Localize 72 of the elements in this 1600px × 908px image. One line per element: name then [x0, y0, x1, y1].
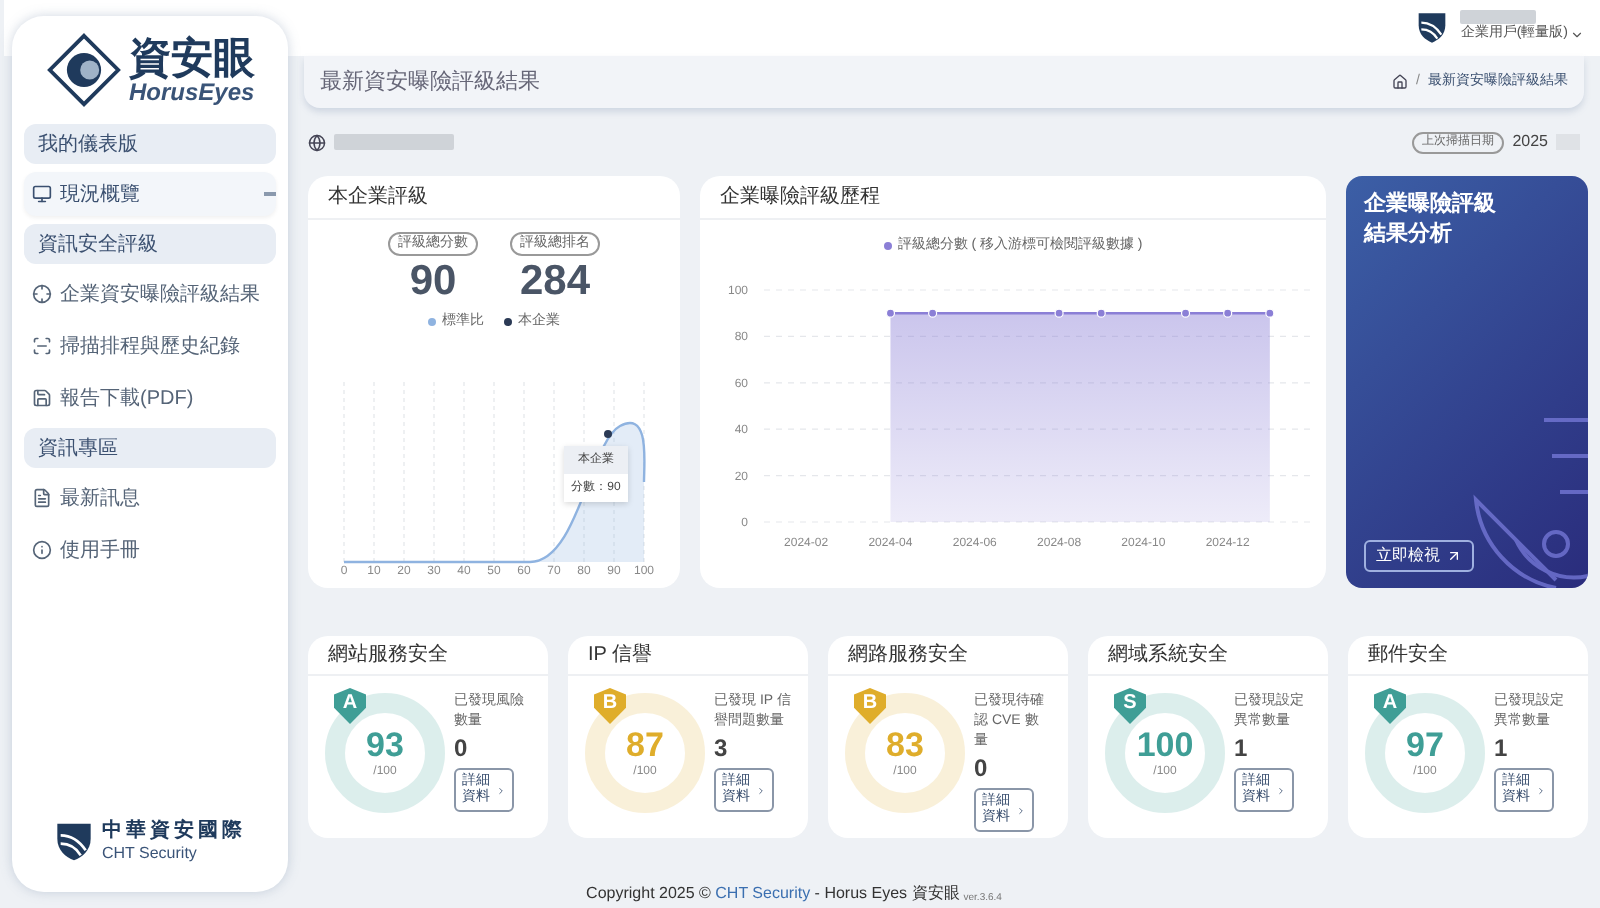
score-value: 100 [1136, 727, 1194, 763]
data-point [928, 307, 938, 317]
score-value: 93 [366, 727, 404, 763]
caret-icon [1016, 805, 1026, 815]
monitor-icon [32, 184, 52, 204]
grade-badge: B [854, 688, 886, 724]
card-title: 企業曝險評級歷程 [720, 183, 880, 212]
score-value: 97 [1406, 727, 1444, 763]
caret-icon [1276, 785, 1286, 795]
company-name: 中華資安國際 [102, 819, 246, 844]
info-icon [32, 540, 52, 560]
caret-icon [1536, 785, 1546, 795]
card-title: 網站服務安全 [328, 641, 448, 670]
menu-item[interactable]: 現況概覽 [24, 172, 276, 216]
copyright-text: Copyright 2025 © CHT Security - Horus Eyes 資安眼 [586, 882, 960, 906]
caret-icon [756, 785, 766, 795]
data-point [1223, 307, 1233, 317]
menu-item[interactable]: 最新訊息 [24, 476, 276, 520]
issue-count: 1 [1494, 732, 1508, 764]
stat-value: 90 [409, 256, 457, 308]
redacted-domain [334, 134, 454, 150]
data-point [885, 307, 896, 317]
eye-logo-icon [45, 32, 121, 108]
grade-badge: A [334, 688, 366, 724]
issue-count: 3 [714, 732, 728, 764]
card-title: IP 信譽 [588, 641, 653, 670]
issue-count: 0 [454, 732, 468, 764]
menu-item[interactable]: 報告下載(PDF) [24, 376, 276, 420]
grade-badge: S [1114, 688, 1146, 724]
grade-badge: B [594, 688, 626, 724]
menu-item[interactable]: 使用手冊 [24, 528, 276, 572]
globe-icon [308, 133, 326, 151]
score-value: 87 [626, 727, 664, 763]
redacted-user-name [1460, 10, 1537, 25]
company-subname: CHT Security [102, 844, 199, 864]
stat-value: 284 [519, 256, 591, 308]
caret-icon [496, 785, 506, 795]
card-title: 郵件安全 [1368, 641, 1448, 670]
active-indicator [264, 192, 276, 196]
home-icon[interactable] [1392, 74, 1409, 90]
logo-name: 資安眼 [129, 37, 255, 79]
card-title: 本企業評級 [328, 183, 428, 212]
promo-title: 結果分析 [1364, 220, 1454, 250]
scan-icon [32, 336, 52, 356]
issue-count: 1 [1234, 732, 1248, 764]
document-icon [32, 488, 52, 508]
menu-group-header: 資訊安全評級 [24, 224, 276, 264]
card-title: 網域系統安全 [1108, 641, 1228, 670]
crosshair-icon [32, 284, 52, 304]
score-value: 83 [886, 727, 924, 763]
company-link[interactable]: CHT Security [715, 884, 811, 902]
issue-count: 0 [974, 752, 988, 784]
save-icon [32, 388, 52, 408]
page-title: 最新資安曝險評級結果 [320, 67, 540, 98]
shield-logo-icon [1416, 10, 1449, 46]
view-now-button[interactable]: 立即檢視 [1364, 540, 1474, 572]
shield-logo-icon [54, 819, 94, 864]
arrow-icon [1446, 548, 1462, 564]
data-point [1054, 307, 1064, 317]
data-point [1265, 307, 1275, 317]
promo-title: 企業曝險評級 [1364, 190, 1498, 220]
grade-badge: A [1374, 688, 1406, 724]
chevron-down-icon [1570, 28, 1584, 42]
menu-group-header: 資訊專區 [24, 428, 276, 468]
data-point [1180, 307, 1191, 317]
menu-group-header: 我的儀表版 [24, 124, 276, 164]
last-scan-date: 2025 [1512, 130, 1548, 154]
menu-item[interactable]: 企業資安曝險評級結果 [24, 272, 276, 316]
data-point [1096, 307, 1106, 317]
menu-item[interactable]: 掃描排程與歷史紀錄 [24, 324, 276, 368]
logo-subname: HorusEyes [129, 79, 255, 103]
card-title: 網路服務安全 [848, 641, 968, 670]
